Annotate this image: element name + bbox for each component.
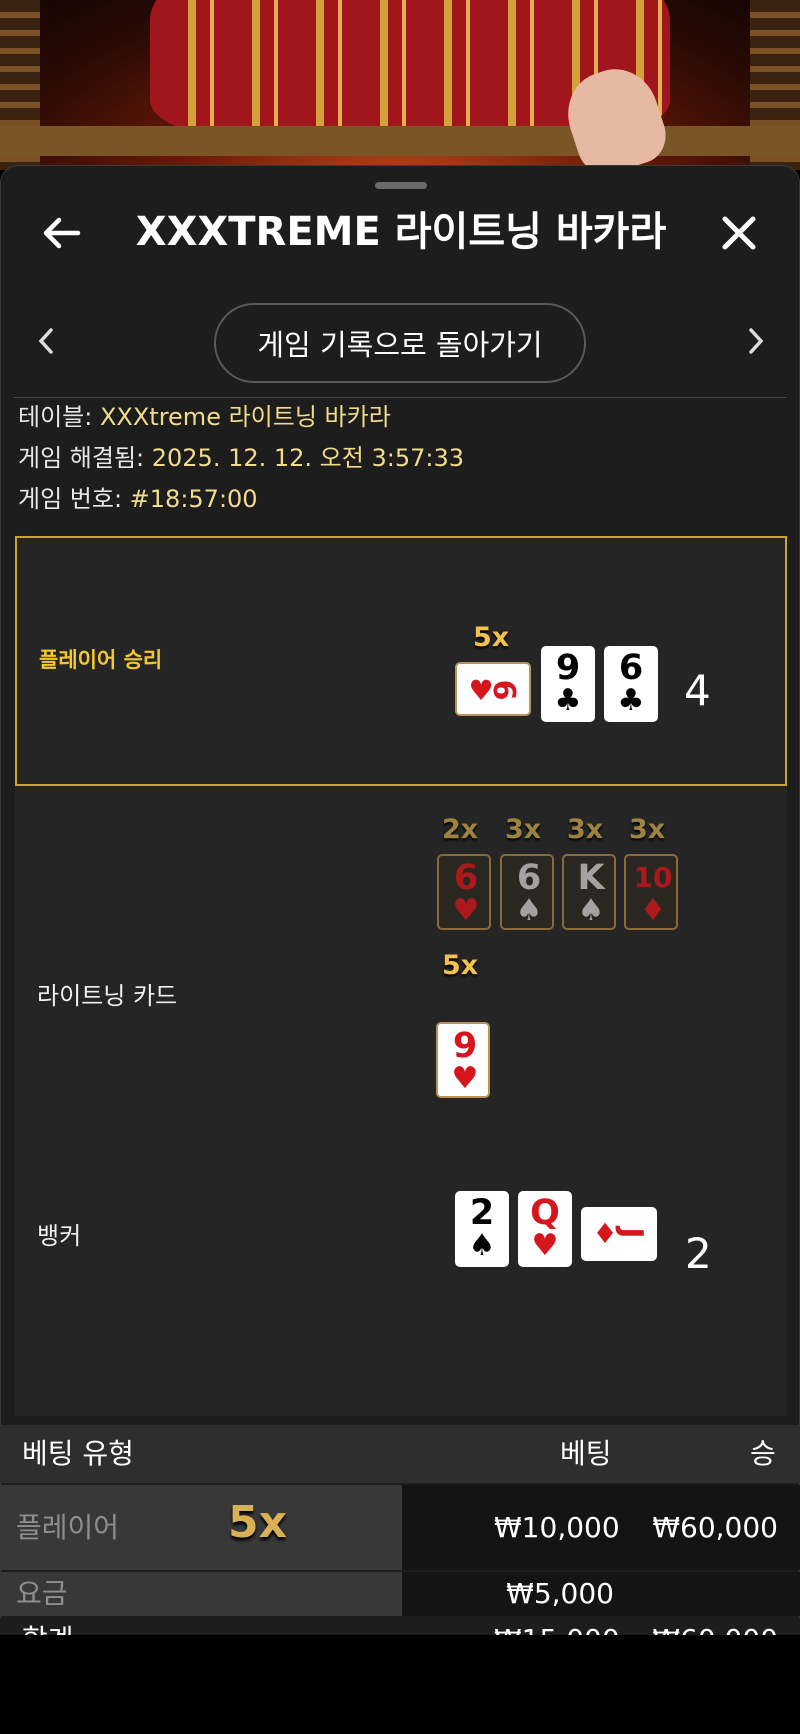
lightning-card-1: 6 ♥ [437,854,491,930]
bet-row-player: 플레이어 5x ₩10,000 ₩60,000 [0,1485,800,1570]
banker-card-1: 2 ♠ [455,1191,509,1267]
table-info: 테이블: XXXtreme 라이트닝 바카라 [18,401,391,433]
game-number-value: #18:57:00 [129,485,258,513]
chevron-right-icon[interactable] [731,316,781,366]
game-number-info: 게임 번호: #18:57:00 [18,483,258,515]
bet-type-fee: 요금 [16,1577,68,1610]
win-amount-player: ₩60,000 [652,1511,778,1544]
resolved-info: 게임 해결됨: 2025. 12. 12. 오전 3:57:33 [18,442,464,474]
header-bet: 베팅 [560,1437,612,1470]
game-result-panel: 플레이어 승리 5x 6 ♥ 9 ♣ 6 ♣ 4 라이트닝 카드 2x 6 ♥ 3x 6… [15,536,787,1416]
table-rail [0,126,800,156]
page-title: XXXTREME 라이트닝 바카라 [135,209,667,255]
lightning-active-card-face: 9 ♥ [436,1022,490,1098]
banker-card-3: J ♦ [581,1207,657,1261]
banker-score: 2 [685,1229,712,1278]
drag-handle[interactable] [375,182,427,189]
live-dealer-video [0,0,800,170]
player-win-row: 플레이어 승리 5x 6 ♥ 9 ♣ 6 ♣ 4 [15,536,787,786]
lightning-multiplier-3: 3x [567,814,604,845]
table-label: 테이블: [18,403,100,431]
player-multiplier: 5x [473,622,510,653]
bet-type-player: 플레이어 [16,1511,120,1544]
lightning-multiplier-4: 3x [629,814,666,845]
bet-amount-fee: ₩5,000 [506,1577,614,1610]
chevron-left-icon[interactable] [21,316,71,366]
bet-table-header: 베팅 유형 베팅 승 [0,1425,800,1483]
banker-card-2: Q ♥ [518,1191,572,1267]
lightning-card-4: 10 ♦ [624,854,678,930]
resolved-value: 2025. 12. 12. 오전 3:57:33 [151,444,464,472]
bottom-safe-area [0,1635,800,1734]
back-to-history-button[interactable]: 게임 기록으로 돌아가기 [214,303,586,383]
player-card-1: 6 ♥ [455,662,531,716]
close-icon[interactable] [709,208,769,258]
game-number-label: 게임 번호: [18,485,130,513]
lightning-active-multiplier: 5x [442,950,479,981]
header-win: 승 [750,1437,776,1470]
lightning-card-2: 6 ♠ [500,854,554,930]
player-score: 4 [684,666,711,715]
back-arrow-icon[interactable] [31,208,91,258]
bet-amount-player: ₩10,000 [494,1511,620,1544]
player-win-label: 플레이어 승리 [39,648,163,672]
lightning-multiplier-2: 3x [505,814,542,845]
lightning-multiplier-1: 2x [442,814,479,845]
banker-label: 뱅커 [37,1222,82,1250]
resolved-label: 게임 해결됨: [18,444,152,472]
lightning-card-3: K ♠ [562,854,616,930]
bet-row-fee: 요금 ₩5,000 [0,1572,800,1616]
bet-player-multiplier: 5x [228,1497,287,1548]
divider [13,397,787,398]
game-history-sheet: XXXTREME 라이트닝 바카라 게임 기록으로 돌아가기 테이블: XXXt… [0,165,800,1635]
player-card-3: 6 ♣ [604,646,658,722]
lightning-cards-label: 라이트닝 카드 [37,982,178,1010]
player-card-2: 9 ♣ [541,646,595,722]
table-value: XXXtreme 라이트닝 바카라 [99,403,391,431]
header-bet-type: 베팅 유형 [22,1437,134,1470]
